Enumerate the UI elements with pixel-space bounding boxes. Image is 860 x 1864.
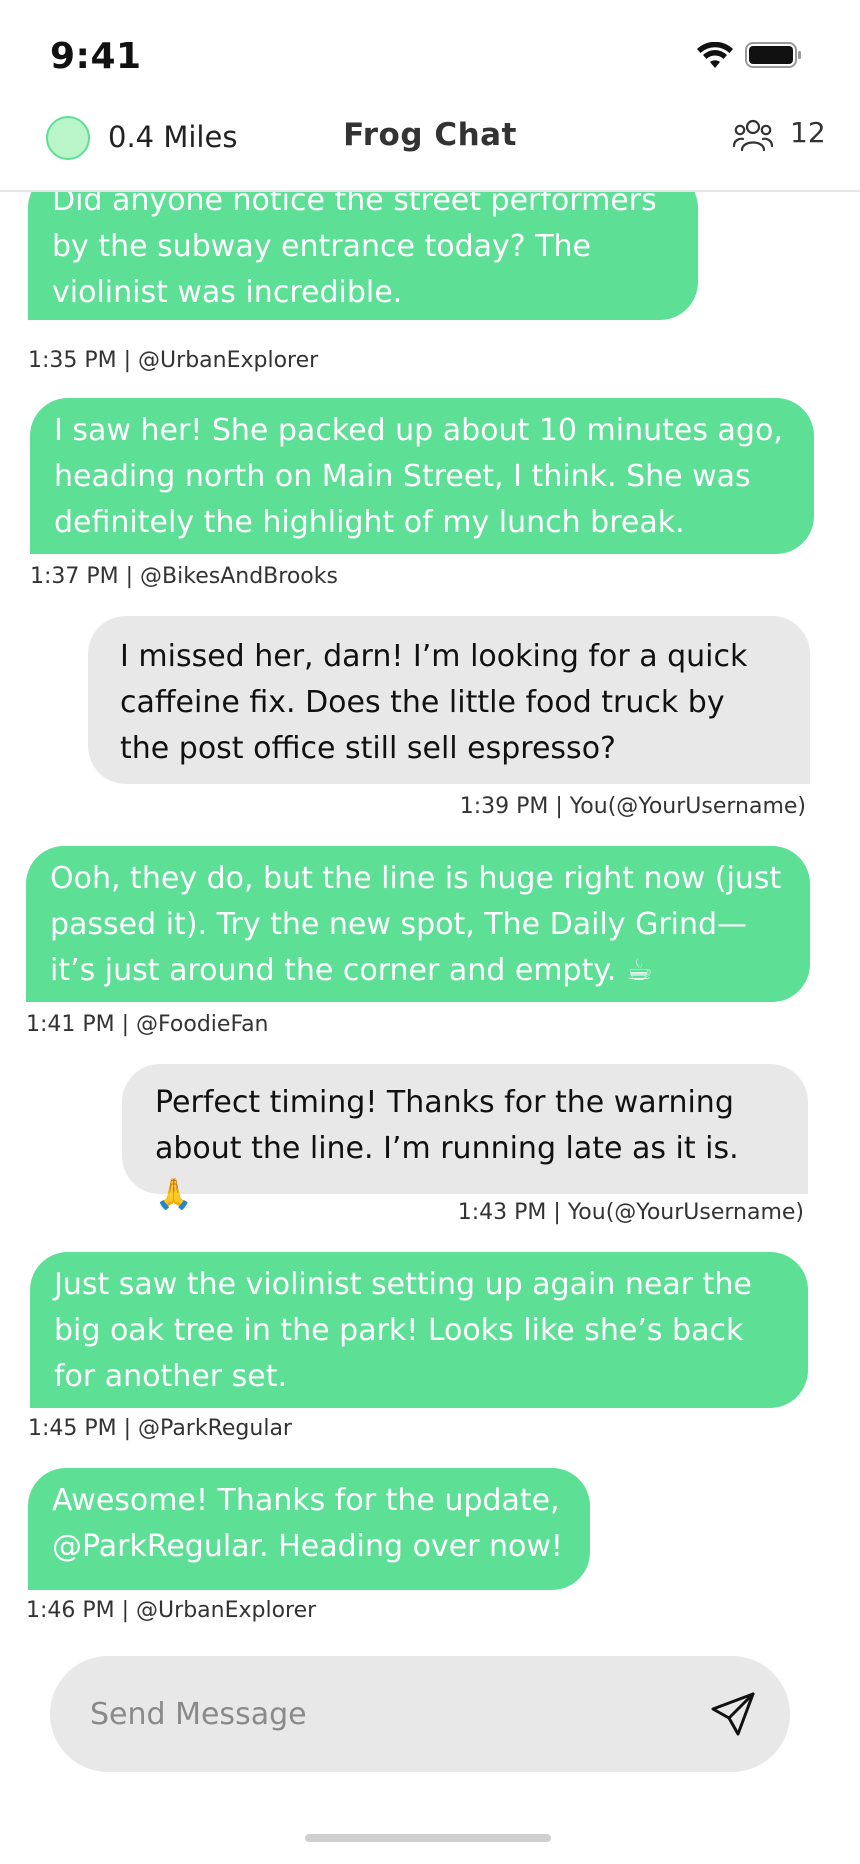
message-meta: 1:37 PM | @BikesAndBrooks [30, 564, 338, 589]
message-meta: 1:39 PM | You(@YourUsername) [459, 794, 806, 819]
message-text: Did anyone notice the street performers … [52, 192, 657, 310]
message-bubble[interactable]: Perfect timing! Thanks for the warning a… [122, 1064, 808, 1212]
wifi-icon [697, 42, 733, 68]
home-indicator [305, 1834, 551, 1842]
message-text: Ooh, they do, but the line is huge right… [50, 861, 782, 988]
chat-message-list[interactable]: Did anyone notice the street performers … [0, 192, 860, 1632]
message-meta: 1:35 PM | @UrbanExplorer [28, 348, 319, 373]
message-meta: 1:43 PM | You(@YourUsername) [457, 1200, 804, 1225]
message-text: I missed her, darn! I’m looking for a qu… [120, 639, 748, 766]
chat-header: 0.4 Miles Frog Chat 12 [0, 100, 860, 192]
battery-icon [745, 42, 801, 68]
message-text: Awesome! Thanks for the update, @ParkReg… [52, 1483, 563, 1564]
message-bubble[interactable]: I missed her, darn! I’m looking for a qu… [88, 616, 810, 784]
status-time: 9:41 [50, 36, 142, 77]
message-meta: 1:41 PM | @FoodieFan [26, 1012, 269, 1037]
message-text: Just saw the violinist setting up again … [54, 1267, 752, 1394]
app-title: Frog Chat [343, 117, 517, 153]
message-bubble[interactable]: Just saw the violinist setting up again … [30, 1252, 808, 1408]
people-icon[interactable] [733, 116, 773, 154]
message-input[interactable] [90, 1686, 650, 1742]
message-composer [50, 1656, 790, 1772]
status-bar: 9:41 [0, 0, 860, 100]
members-count: 12 [790, 116, 826, 149]
message-text: Perfect timing! Thanks for the warning a… [155, 1085, 739, 1212]
message-bubble[interactable]: Did anyone notice the street performers … [28, 192, 698, 320]
message-bubble[interactable]: Awesome! Thanks for the update, @ParkReg… [28, 1468, 590, 1590]
message-bubble[interactable]: I saw her! She packed up about 10 minute… [30, 398, 814, 554]
message-bubble[interactable]: Ooh, they do, but the line is huge right… [26, 846, 810, 1002]
message-meta: 1:46 PM | @UrbanExplorer [26, 1598, 317, 1623]
message-meta: 1:45 PM | @ParkRegular [28, 1416, 292, 1441]
send-icon[interactable] [708, 1689, 758, 1739]
message-text: I saw her! She packed up about 10 minute… [54, 413, 783, 540]
